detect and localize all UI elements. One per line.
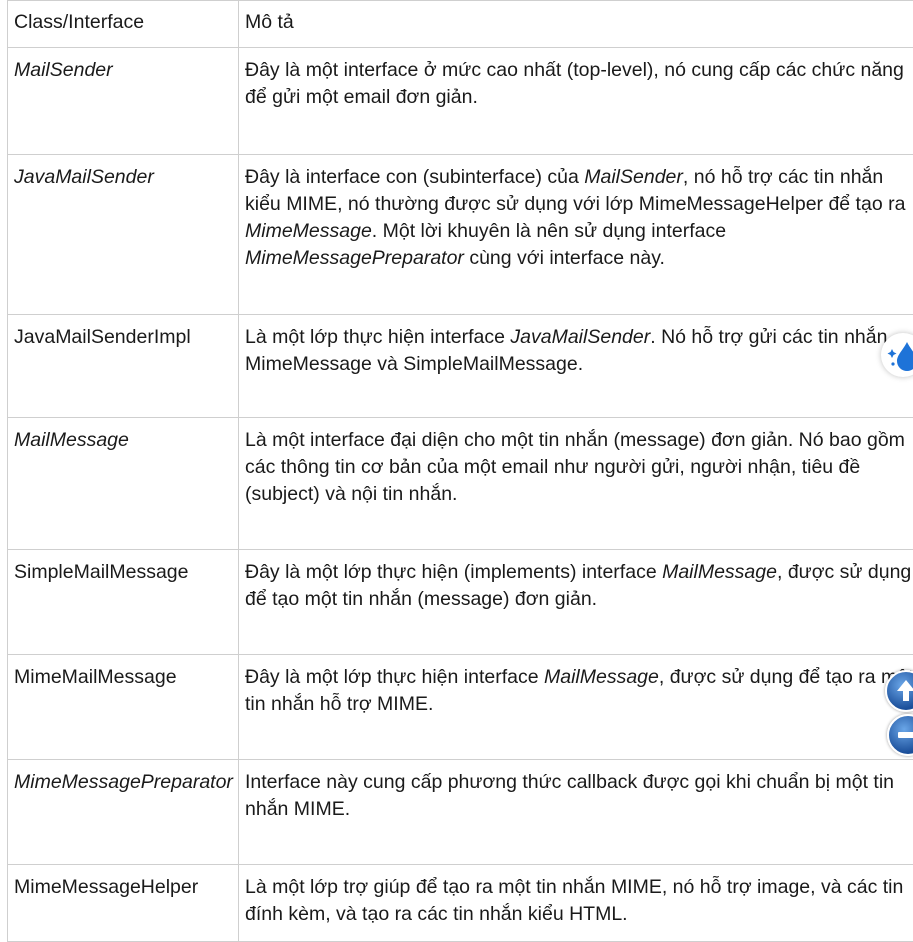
scroll-down-button[interactable] <box>887 714 913 756</box>
description-text: Interface này cung cấp phương thức callb… <box>245 771 894 820</box>
description-text: Đây là một lớp thực hiện (implements) in… <box>245 561 662 583</box>
description-text: Đây là một lớp thực hiện interface <box>245 666 544 688</box>
description-italic-term: MimeMessage <box>245 220 372 242</box>
description-text: Là một lớp trợ giúp để tạo ra một tin nh… <box>245 876 903 925</box>
description-text: Đây là một interface ở mức cao nhất (top… <box>245 59 904 108</box>
description-cell: Đây là interface con (subinterface) của … <box>239 155 913 315</box>
description-text: Là một interface đại diện cho một tin nh… <box>245 429 905 505</box>
description-cell: Là một interface đại diện cho một tin nh… <box>239 418 913 550</box>
arrow-up-icon <box>887 672 913 710</box>
class-interface-table: Class/Interface Mô tả MailSender Đây là … <box>7 0 913 942</box>
class-name-cell: JavaMailSenderImpl <box>8 315 239 418</box>
water-drop-icon <box>881 333 913 377</box>
description-cell: Đây là một lớp thực hiện interface MailM… <box>239 655 913 760</box>
description-italic-term: MailMessage <box>662 561 777 583</box>
description-text: . Một lời khuyên là nên sử dụng interfac… <box>372 220 726 242</box>
class-name-cell: MimeMessageHelper <box>8 865 239 942</box>
header-description: Mô tả <box>239 1 913 48</box>
table-row: MimeMessageHelper Là một lớp trợ giúp để… <box>8 865 913 942</box>
description-italic-term: MailSender <box>584 166 683 188</box>
description-cell: Đây là một lớp thực hiện (implements) in… <box>239 550 913 655</box>
water-drop-button[interactable] <box>881 333 913 377</box>
description-text: cùng với interface này. <box>464 247 665 269</box>
class-name-cell: MailMessage <box>8 418 239 550</box>
table-header-row: Class/Interface Mô tả <box>8 1 913 48</box>
class-name-cell: MimeMessagePreparator <box>8 760 239 865</box>
minus-icon <box>889 716 913 754</box>
description-cell: Interface này cung cấp phương thức callb… <box>239 760 913 865</box>
scroll-up-button[interactable] <box>885 670 913 712</box>
class-name-cell: MailSender <box>8 48 239 155</box>
table-row: JavaMailSenderImpl Là một lớp thực hiện … <box>8 315 913 418</box>
description-text: Đây là interface con (subinterface) của <box>245 166 584 188</box>
table-row: MailSender Đây là một interface ở mức ca… <box>8 48 913 155</box>
description-italic-term: MimeMessagePreparator <box>245 247 464 269</box>
description-italic-term: MailMessage <box>544 666 659 688</box>
class-name-cell: JavaMailSender <box>8 155 239 315</box>
class-name-cell: SimpleMailMessage <box>8 550 239 655</box>
header-class-interface: Class/Interface <box>8 1 239 48</box>
description-text: Là một lớp thực hiện interface <box>245 326 510 348</box>
description-cell: Đây là một interface ở mức cao nhất (top… <box>239 48 913 155</box>
table-row: JavaMailSender Đây là interface con (sub… <box>8 155 913 315</box>
table-row: MailMessage Là một interface đại diện ch… <box>8 418 913 550</box>
table-row: MimeMailMessage Đây là một lớp thực hiện… <box>8 655 913 760</box>
class-name-cell: MimeMailMessage <box>8 655 239 760</box>
description-cell: Là một lớp thực hiện interface JavaMailS… <box>239 315 913 418</box>
description-italic-term: JavaMailSender <box>510 326 650 348</box>
table-row: MimeMessagePreparator Interface này cung… <box>8 760 913 865</box>
description-cell: Là một lớp trợ giúp để tạo ra một tin nh… <box>239 865 913 942</box>
table-row: SimpleMailMessage Đây là một lớp thực hi… <box>8 550 913 655</box>
